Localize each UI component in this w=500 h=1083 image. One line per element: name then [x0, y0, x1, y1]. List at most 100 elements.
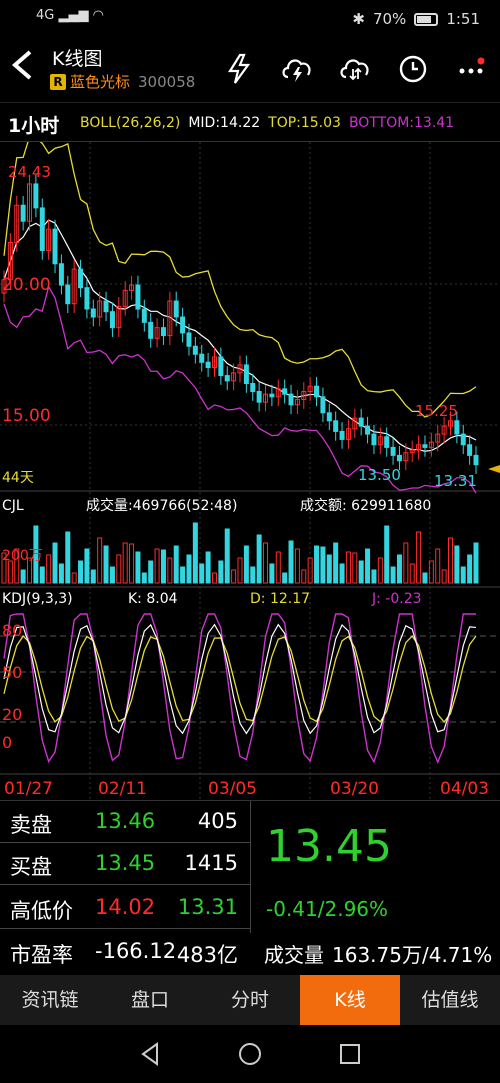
period-selector[interactable]: 1小时: [8, 111, 59, 138]
volume-bar: [122, 542, 128, 584]
candle-body: [460, 433, 466, 446]
candle-body: [282, 388, 288, 395]
candle-body: [205, 361, 211, 369]
buy-label: 买盘: [10, 855, 52, 879]
volume-bar: [390, 566, 396, 584]
volume-bar: [269, 563, 275, 584]
tab-valuation[interactable]: 估值线: [400, 975, 500, 1025]
tab-order-book[interactable]: 盘口: [100, 975, 200, 1025]
candle-body: [396, 454, 402, 462]
volume-bar: [7, 560, 13, 584]
volume-bar: [109, 566, 115, 584]
tab-kline[interactable]: K线: [300, 975, 400, 1025]
volume-bar: [78, 560, 84, 584]
kline-chart[interactable]: 24.43 20.00 15.00 13.50 15.25 13.31 44天 …: [0, 142, 500, 800]
volume-bar: [326, 554, 332, 584]
volume-bar: [186, 554, 192, 584]
candle-body: [326, 412, 332, 422]
candle-body: [173, 300, 179, 318]
volume-bar: [365, 548, 371, 584]
nav-recents-icon: [340, 1044, 360, 1064]
more-button[interactable]: [452, 50, 490, 88]
sell-label: 卖盘: [10, 813, 52, 837]
volume-bar: [441, 569, 447, 584]
candle-body: [365, 425, 371, 435]
system-nav-bar: [0, 1025, 500, 1083]
price-20-label: 20.00: [2, 275, 51, 295]
candle-body: [269, 393, 275, 398]
boll-mid-line: [3, 219, 477, 452]
volume-label: 成交量: [264, 943, 324, 967]
candle-body: [58, 263, 64, 286]
price-low-mark: 13.50: [358, 466, 401, 484]
price-high-label: 24.43: [8, 163, 51, 181]
volume-bar: [167, 557, 173, 584]
cloud-sync-button[interactable]: [336, 50, 374, 88]
candle-body: [84, 287, 90, 310]
volume-bar: [180, 566, 186, 584]
nav-recents-button[interactable]: [330, 1034, 370, 1074]
volume-bar: [154, 548, 160, 584]
volume-bar: [294, 548, 300, 584]
pe-row: 市盈率 -166.12 483亿: [0, 931, 250, 973]
volume-bar: [97, 537, 103, 584]
candle-body: [422, 444, 428, 448]
volume-bar: [65, 531, 71, 584]
days-label: 44天: [2, 470, 34, 486]
candle-body: [288, 393, 294, 406]
candle-body: [103, 300, 109, 313]
tab-intraday[interactable]: 分时: [200, 975, 300, 1025]
nav-home-button[interactable]: [230, 1034, 270, 1074]
volume-bar: [46, 554, 52, 584]
quote-divider: [250, 801, 251, 933]
candle-body: [250, 383, 256, 393]
nav-back-button[interactable]: [130, 1034, 170, 1074]
tab-news-chain[interactable]: 资讯链: [0, 975, 100, 1025]
candle-body: [180, 316, 186, 334]
lightning-button[interactable]: [220, 50, 258, 88]
current-price: 13.45: [266, 821, 392, 872]
candle-body: [358, 417, 364, 427]
buy-row: 买盘 13.45 1415: [0, 843, 250, 885]
bluetooth-icon: ✱: [352, 10, 365, 28]
volume-bar: [422, 572, 428, 584]
stock-code: 300058: [138, 72, 196, 91]
candle-body: [78, 268, 84, 289]
volume-bar: [58, 563, 64, 584]
volume-bar: [173, 545, 179, 584]
volume-bar: [231, 569, 237, 584]
battery-text: 70%: [372, 10, 407, 28]
volume-bar: [467, 554, 473, 584]
lightning-icon: [228, 53, 251, 84]
volume-bar: [103, 545, 109, 584]
volume-bar: [71, 572, 77, 584]
boll-bands: [3, 142, 477, 494]
cjl-label: CJL: [2, 498, 24, 514]
candle-body: [371, 433, 377, 446]
candle-body: [186, 332, 192, 347]
volume-bar: [192, 522, 198, 584]
candle-body: [192, 345, 198, 355]
sell-row: 卖盘 13.46 405: [0, 801, 250, 843]
volume-bar: [320, 546, 326, 584]
nav-home-icon: [239, 1043, 261, 1065]
kdj-level-80: 80: [2, 621, 22, 640]
volume-bar: [263, 542, 269, 584]
more-dots-icon: [459, 57, 485, 74]
indicator-bar: 1小时 BOLL(26,26,2) MID:14.22 TOP:15.03 BO…: [0, 102, 500, 142]
candle-body: [218, 356, 224, 377]
candle-body: [33, 183, 39, 209]
clock-button[interactable]: [394, 50, 432, 88]
volume-bar: [275, 551, 281, 584]
back-button[interactable]: [8, 48, 36, 89]
kdj-level-50: 50: [2, 663, 22, 682]
volume-bar: [345, 551, 351, 584]
volume-bar: [396, 554, 402, 584]
candle-body: [256, 391, 262, 403]
header-actions: [220, 50, 490, 88]
cloud-flash-button[interactable]: [278, 50, 316, 88]
candlesticks: [1, 174, 479, 475]
clock: 1:51: [446, 10, 480, 28]
boll-top: TOP:15.03: [268, 115, 341, 131]
kdj-label: KDJ(9,3,3): [2, 591, 73, 607]
